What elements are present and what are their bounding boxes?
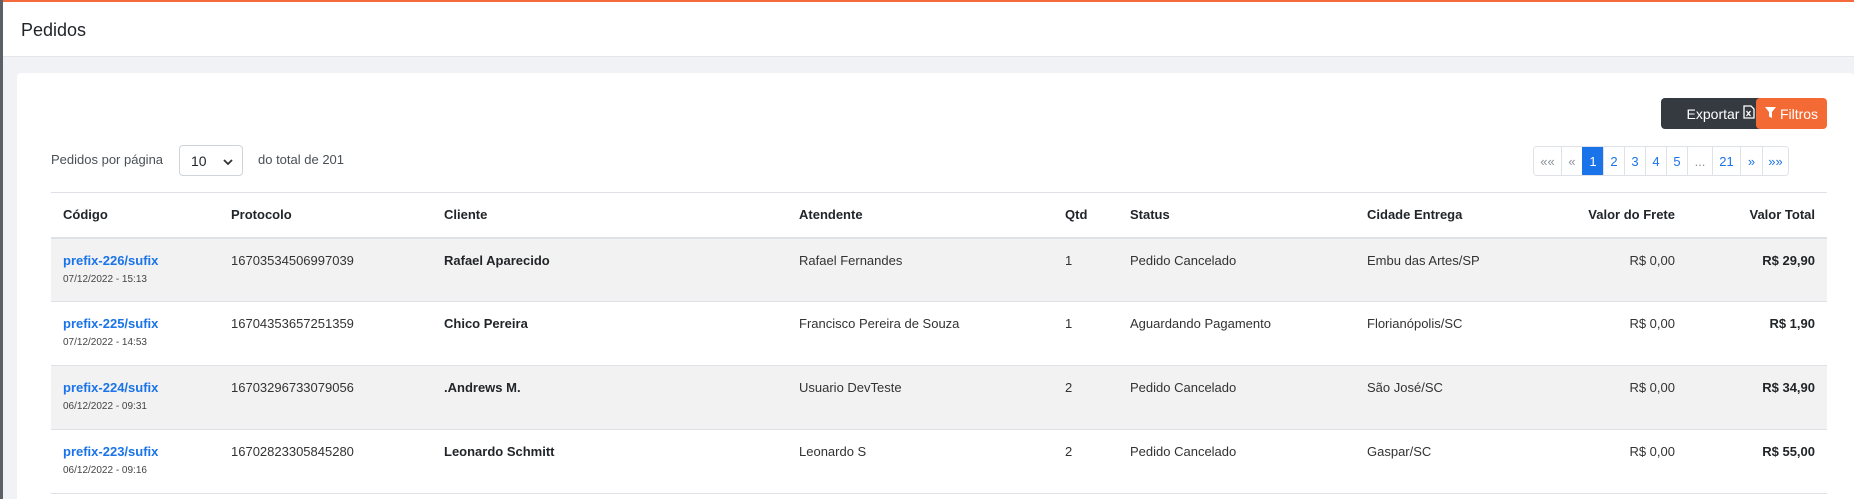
cell-frete: R$ 0,00: [1629, 252, 1675, 268]
order-date: 06/12/2022 - 09:16: [63, 465, 147, 476]
pagination-next[interactable]: »: [1740, 147, 1762, 175]
pagination-page-1[interactable]: 1: [1582, 147, 1603, 175]
pagination-page-2[interactable]: 2: [1603, 147, 1624, 175]
left-accent-bar: [0, 0, 3, 499]
cell-total: R$ 1,90: [1769, 316, 1815, 331]
cell-status: Pedido Cancelado: [1130, 252, 1237, 268]
cell-status: Pedido Cancelado: [1130, 444, 1237, 459]
orders-table: Código Protocolo Cliente Atendente Qtd S…: [51, 192, 1827, 494]
perpage-value: 10: [191, 152, 207, 169]
order-code-link[interactable]: prefix-223/sufix: [63, 444, 219, 459]
col-header-codigo[interactable]: Código: [51, 193, 219, 238]
col-header-total[interactable]: Valor Total: [1687, 193, 1827, 238]
col-header-atendente[interactable]: Atendente: [787, 193, 1053, 238]
cell-qtd: 1: [1065, 252, 1073, 268]
cell-status: Pedido Cancelado: [1130, 380, 1237, 395]
pagination-first[interactable]: ««: [1534, 147, 1561, 175]
order-code-link[interactable]: prefix-225/sufix: [63, 316, 219, 331]
table-row[interactable]: prefix-226/sufix 07/12/2022 - 15:13 1670…: [51, 237, 1827, 302]
cell-frete: R$ 0,00: [1629, 380, 1675, 395]
filters-label: Filtros: [1779, 105, 1819, 122]
col-header-protocolo[interactable]: Protocolo: [219, 193, 432, 238]
page-header: Pedidos: [3, 2, 1854, 57]
cell-cliente: Leonardo Schmitt: [444, 444, 555, 459]
order-date: 07/12/2022 - 14:53: [63, 337, 147, 348]
table-row[interactable]: prefix-224/sufix 06/12/2022 - 09:31 1670…: [51, 365, 1827, 430]
pagination-last-page[interactable]: 21: [1712, 147, 1740, 175]
cell-atendente: Rafael Fernandes: [799, 252, 903, 268]
cell-atendente: Usuario DevTeste: [799, 380, 902, 395]
order-code-link[interactable]: prefix-226/sufix: [63, 253, 219, 268]
export-label: Exportar: [1686, 105, 1740, 122]
cell-frete: R$ 0,00: [1629, 444, 1675, 459]
chevron-down-icon: [223, 153, 233, 169]
col-header-status[interactable]: Status: [1118, 193, 1355, 238]
col-header-cidade[interactable]: Cidade Entrega: [1355, 193, 1523, 238]
table-header-row: Código Protocolo Cliente Atendente Qtd S…: [51, 192, 1827, 238]
cell-total: R$ 29,90: [1762, 252, 1815, 268]
cell-atendente: Leonardo S: [799, 444, 867, 459]
table-row[interactable]: prefix-223/sufix 06/12/2022 - 09:16 1670…: [51, 430, 1827, 494]
cell-protocolo: 16702823305845280: [231, 444, 354, 459]
excel-file-icon: [1743, 105, 1756, 122]
cell-qtd: 1: [1065, 316, 1073, 331]
cell-cliente: .Andrews M.: [444, 380, 521, 395]
page-title: Pedidos: [21, 20, 87, 40]
order-date: 07/12/2022 - 15:13: [63, 273, 147, 285]
order-date: 06/12/2022 - 09:31: [63, 401, 147, 412]
filters-button[interactable]: Filtros: [1756, 98, 1827, 129]
perpage-label: Pedidos por página: [51, 152, 164, 167]
cell-total: R$ 34,90: [1762, 380, 1815, 395]
cell-cidade: Gaspar/SC: [1367, 444, 1432, 459]
table-row[interactable]: prefix-225/sufix 07/12/2022 - 14:53 1670…: [51, 302, 1827, 366]
cell-protocolo: 16703534506997039: [231, 252, 354, 268]
cell-codigo: prefix-224/sufix 06/12/2022 - 09:31: [51, 366, 219, 430]
pagination-page-5[interactable]: 5: [1666, 147, 1687, 175]
cell-cidade: Florianópolis/SC: [1367, 316, 1463, 331]
col-header-cliente[interactable]: Cliente: [432, 193, 787, 238]
total-count-label: do total de 201: [258, 152, 345, 167]
pagination-prev[interactable]: «: [1561, 147, 1582, 175]
pagination-ellipsis: ...: [1687, 147, 1712, 175]
cell-qtd: 2: [1065, 380, 1073, 395]
cell-total: R$ 55,00: [1762, 444, 1815, 459]
cell-frete: R$ 0,00: [1629, 316, 1675, 331]
col-header-frete[interactable]: Valor do Frete: [1523, 193, 1687, 238]
perpage-select[interactable]: 10: [179, 145, 243, 176]
pagination-page-4[interactable]: 4: [1645, 147, 1666, 175]
cell-atendente: Francisco Pereira de Souza: [799, 316, 960, 331]
cell-cliente: Chico Pereira: [444, 316, 528, 331]
col-header-qtd[interactable]: Qtd: [1053, 193, 1118, 238]
cell-protocolo: 16703296733079056: [231, 380, 354, 395]
cell-status: Aguardando Pagamento: [1130, 316, 1271, 331]
order-code-link[interactable]: prefix-224/sufix: [63, 380, 219, 395]
pagination: «« « 1 2 3 4 5 ... 21 » »»: [1533, 146, 1789, 176]
filter-icon: [1764, 106, 1776, 122]
cell-cidade: São José/SC: [1367, 380, 1443, 395]
cell-codigo: prefix-226/sufix 07/12/2022 - 15:13: [51, 238, 219, 302]
cell-qtd: 2: [1065, 444, 1073, 459]
pagination-page-3[interactable]: 3: [1624, 147, 1645, 175]
cell-cidade: Embu das Artes/SP: [1367, 252, 1480, 268]
cell-protocolo: 16704353657251359: [231, 316, 354, 331]
cell-codigo: prefix-225/sufix 07/12/2022 - 14:53: [51, 302, 219, 366]
pagination-last[interactable]: »»: [1762, 147, 1788, 175]
cell-codigo: prefix-223/sufix 06/12/2022 - 09:16: [51, 430, 219, 494]
cell-cliente: Rafael Aparecido: [444, 252, 550, 268]
